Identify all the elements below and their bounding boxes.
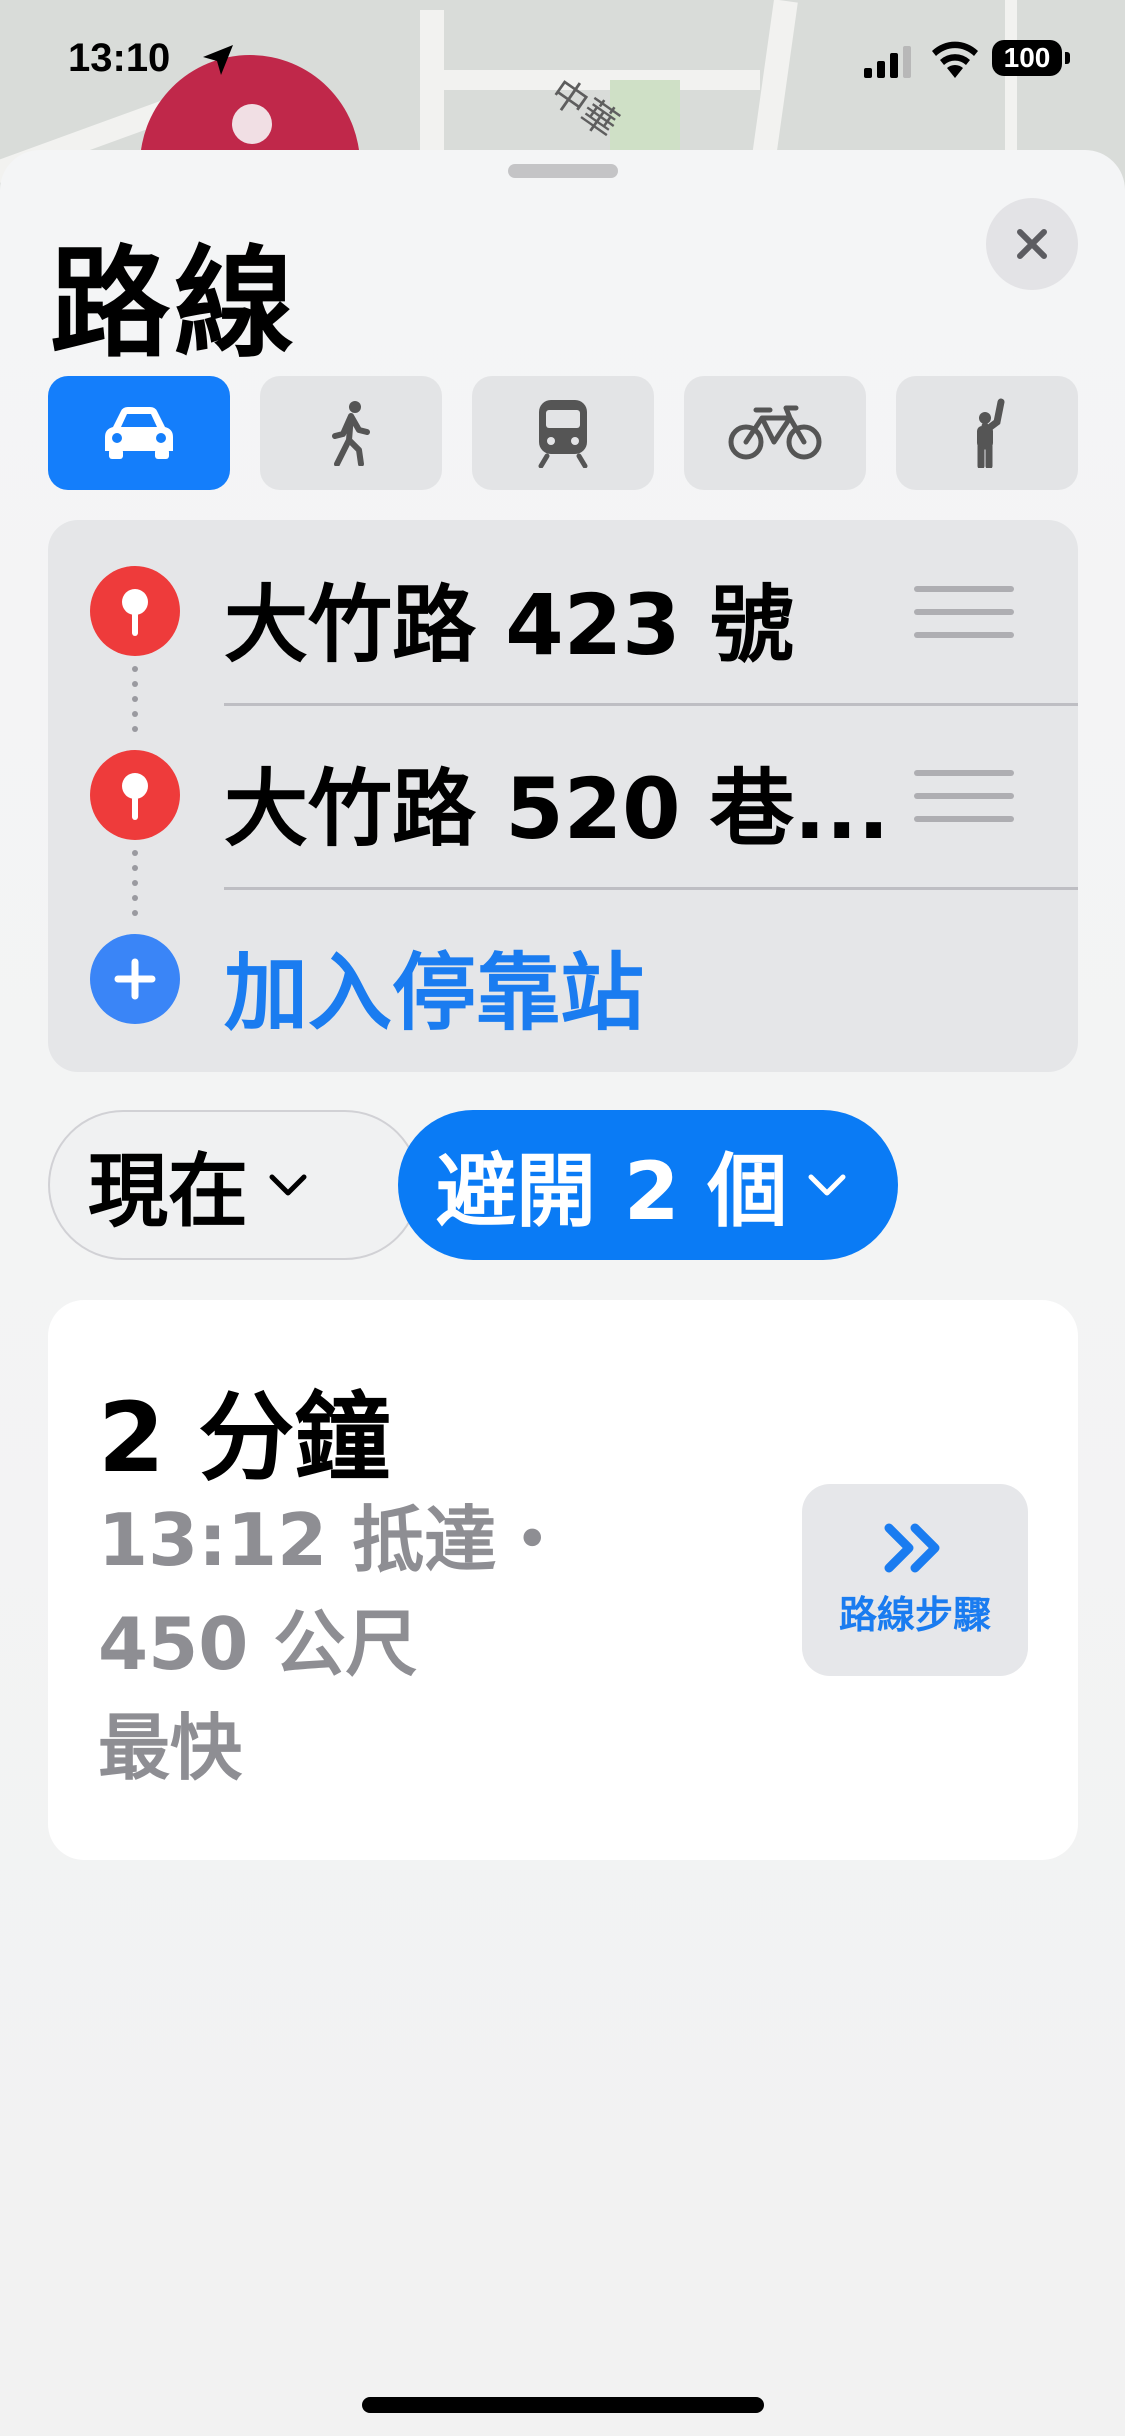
chevron-down-icon <box>808 1174 846 1196</box>
sheet-title: 路線 <box>50 235 298 374</box>
origin-pin-marker <box>90 566 180 656</box>
origin-label: 大竹路 423 號 <box>224 576 794 674</box>
wifi-icon <box>932 41 978 78</box>
route-stops-list: 大竹路 423 號 大竹路 520 巷... 加入停靠站 <box>48 520 1078 1072</box>
mode-rideshare-button[interactable] <box>896 376 1078 490</box>
route-stop-origin[interactable]: 大竹路 423 號 <box>48 520 1078 704</box>
route-steps-button[interactable]: 路線步驟 <box>802 1484 1028 1676</box>
route-stop-destination[interactable]: 大竹路 520 巷... <box>48 704 1078 888</box>
reorder-handle-icon[interactable] <box>914 586 1014 638</box>
reorder-handle-icon[interactable] <box>914 770 1014 822</box>
destination-label: 大竹路 520 巷... <box>224 760 890 858</box>
avoid-options-label: 避開 2 個 <box>436 1145 788 1238</box>
add-stop-label: 加入停靠站 <box>224 944 645 1042</box>
close-button[interactable] <box>986 198 1078 290</box>
departure-time-button[interactable]: 現在 <box>48 1110 420 1260</box>
car-icon <box>105 407 173 459</box>
route-arrival-distance: 13:12 抵達・450 公尺 <box>98 1498 569 1686</box>
avoid-options-button[interactable]: 避開 2 個 <box>398 1110 898 1260</box>
destination-pin-marker <box>90 750 180 840</box>
pin-icon <box>122 589 148 636</box>
double-chevron-right-icon <box>884 1523 940 1572</box>
add-stop-row[interactable]: 加入停靠站 <box>48 888 1078 1072</box>
directions-sheet: 路線 大竹路 423 號 大竹路 520 巷... 加入停靠站 現在 避開 2 … <box>0 150 1125 2436</box>
close-icon <box>1017 229 1047 259</box>
sheet-grabber[interactable] <box>508 164 618 178</box>
transport-mode-selector <box>48 376 1078 490</box>
route-tag: 最快 <box>98 1706 243 1790</box>
mode-car-button[interactable] <box>48 376 230 490</box>
home-indicator[interactable] <box>362 2397 764 2413</box>
route-duration: 2 分鐘 <box>98 1382 391 1494</box>
mode-walk-button[interactable] <box>260 376 442 490</box>
route-result-card[interactable]: 2 分鐘 13:12 抵達・450 公尺 最快 路線步驟 <box>48 1300 1078 1860</box>
route-steps-label: 路線步驟 <box>838 1592 991 1637</box>
hailing-person-icon <box>977 398 1005 468</box>
walking-icon <box>332 401 370 466</box>
mode-cycle-button[interactable] <box>684 376 866 490</box>
status-time: 13:10 <box>68 36 171 80</box>
chevron-down-icon <box>269 1174 307 1196</box>
cellular-signal-icon <box>864 46 911 78</box>
plus-icon <box>114 958 156 1000</box>
departure-time-label: 現在 <box>88 1145 248 1238</box>
train-icon <box>538 400 588 468</box>
location-arrow-icon <box>203 45 233 75</box>
mode-transit-button[interactable] <box>472 376 654 490</box>
status-bar: 13:10 100 <box>0 0 1125 120</box>
route-details: 13:12 抵達・450 公尺 最快 <box>98 1488 658 1800</box>
add-stop-marker <box>90 934 180 1024</box>
pin-icon <box>122 773 148 820</box>
bicycle-icon <box>728 405 822 460</box>
battery-indicator: 100 <box>992 40 1070 76</box>
